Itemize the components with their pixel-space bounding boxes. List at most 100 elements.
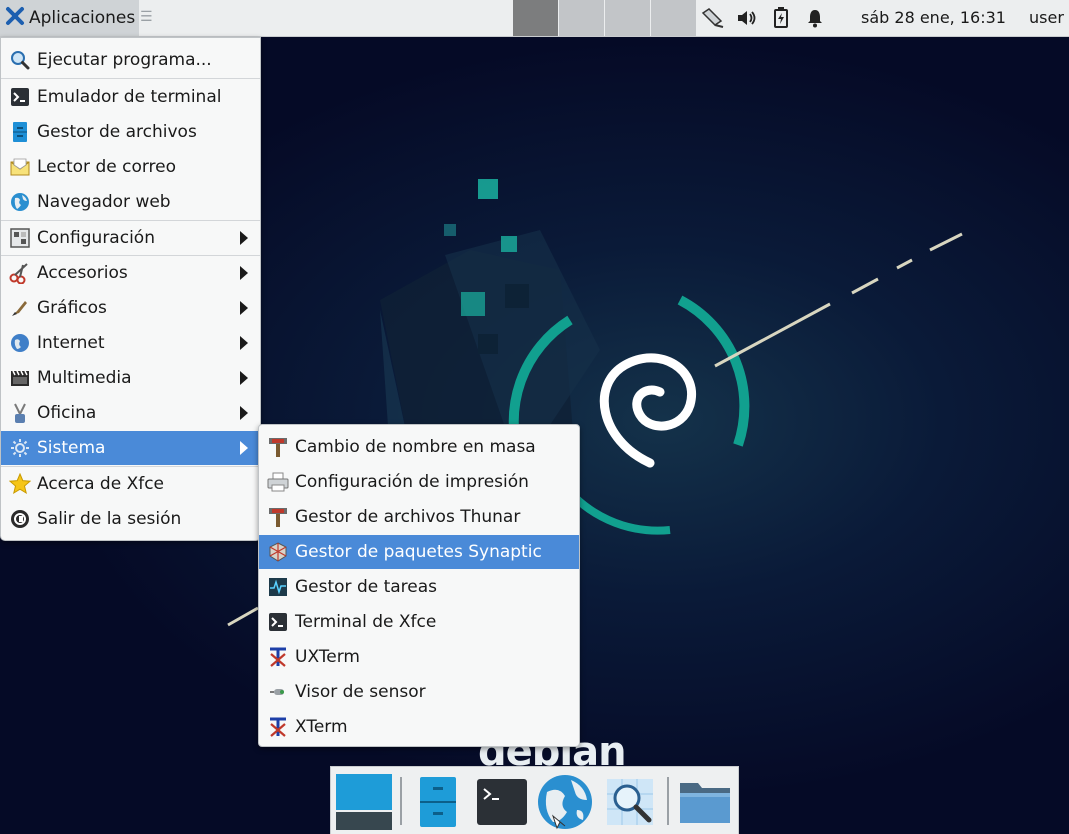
file-manager-icon[interactable]	[409, 773, 467, 831]
menu-item-mail-reader[interactable]: Lector de correo	[1, 150, 260, 184]
menu-item-settings[interactable]: Configuración	[1, 221, 260, 255]
menu-item-internet[interactable]: Internet	[1, 326, 260, 360]
menu-item-run-program[interactable]: Ejecutar programa...	[1, 43, 260, 77]
submenu-item-label: Gestor de paquetes Synaptic	[295, 542, 542, 562]
menu-item-terminal-emulator[interactable]: Emulador de terminal	[1, 80, 260, 114]
sensor-icon	[267, 681, 289, 703]
dock	[330, 766, 739, 834]
submenu-arrow-icon	[240, 406, 248, 420]
logout-icon	[9, 508, 31, 530]
search-icon	[9, 49, 31, 71]
synaptic-icon	[267, 541, 289, 563]
menu-item-graphics[interactable]: Gráficos	[1, 291, 260, 325]
workspace-1[interactable]	[513, 0, 558, 36]
submenu-item-task-manager[interactable]: Gestor de tareas	[259, 570, 579, 604]
menu-item-multimedia[interactable]: Multimedia	[1, 361, 260, 395]
submenu-arrow-icon	[240, 371, 248, 385]
menu-item-label: Oficina	[37, 403, 97, 423]
menu-item-label: Multimedia	[37, 368, 132, 388]
workspace-switcher	[512, 0, 696, 36]
submenu-item-xterm[interactable]: XTerm	[259, 710, 579, 744]
mail-icon	[9, 156, 31, 178]
menu-item-label: Gestor de archivos	[37, 122, 197, 142]
submenu-item-label: Gestor de archivos Thunar	[295, 507, 521, 527]
settings-icon	[9, 227, 31, 249]
menu-item-file-manager[interactable]: Gestor de archivos	[1, 115, 260, 149]
submenu-arrow-icon	[240, 231, 248, 245]
multimedia-icon	[9, 367, 31, 389]
terminal-icon	[267, 611, 289, 633]
graphics-icon	[9, 297, 31, 319]
panel-handle-icon[interactable]: ☰	[140, 9, 153, 25]
star-icon	[9, 473, 31, 495]
menu-separator	[1, 78, 260, 79]
thunar-icon	[267, 506, 289, 528]
menu-item-label: Emulador de terminal	[37, 87, 222, 107]
internet-icon	[9, 332, 31, 354]
menu-item-label: Configuración	[37, 228, 155, 248]
xterm-icon	[267, 716, 289, 738]
menu-item-label: Navegador web	[37, 192, 171, 212]
applications-label: Aplicaciones	[29, 8, 136, 28]
dock-separator	[400, 777, 402, 825]
submenu-item-uxterm[interactable]: UXTerm	[259, 640, 579, 674]
office-icon	[9, 402, 31, 424]
top-panel: Aplicaciones ☰ sáb 28 ene, 16:31 user	[0, 0, 1069, 37]
volume-icon[interactable]	[734, 5, 760, 31]
system-icon	[9, 437, 31, 459]
task-manager-icon	[267, 576, 289, 598]
submenu-arrow-icon	[240, 441, 248, 455]
applications-menu-button[interactable]: Aplicaciones	[0, 0, 139, 36]
system-submenu: Cambio de nombre en masa Configuración d…	[258, 424, 580, 747]
menu-item-label: Salir de la sesión	[37, 509, 182, 529]
submenu-item-label: Cambio de nombre en masa	[295, 437, 536, 457]
submenu-item-print-settings[interactable]: Configuración de impresión	[259, 465, 579, 499]
xterm-icon	[267, 646, 289, 668]
dock-separator	[667, 777, 669, 825]
battery-icon[interactable]	[768, 5, 794, 31]
clock[interactable]: sáb 28 ene, 16:31	[861, 8, 1006, 27]
web-browser-icon	[9, 191, 31, 213]
printer-icon	[267, 471, 289, 493]
folder-icon[interactable]	[676, 773, 734, 831]
menu-item-web-browser[interactable]: Navegador web	[1, 185, 260, 219]
menu-item-about-xfce[interactable]: Acerca de Xfce	[1, 467, 260, 501]
show-desktop-icon[interactable]	[335, 773, 393, 831]
web-browser-icon[interactable]	[536, 773, 594, 831]
xfce-logo-icon	[5, 6, 25, 31]
terminal-icon	[9, 86, 31, 108]
workspace-3[interactable]	[605, 0, 650, 36]
submenu-arrow-icon	[240, 266, 248, 280]
network-icon[interactable]	[700, 5, 726, 31]
menu-item-label: Ejecutar programa...	[37, 50, 212, 70]
terminal-icon[interactable]	[473, 773, 531, 831]
submenu-arrow-icon	[240, 301, 248, 315]
submenu-item-thunar[interactable]: Gestor de archivos Thunar	[259, 500, 579, 534]
menu-item-accessories[interactable]: Accesorios	[1, 256, 260, 290]
menu-item-label: Gráficos	[37, 298, 107, 318]
menu-item-system[interactable]: Sistema	[1, 431, 260, 465]
submenu-item-sensor-viewer[interactable]: Visor de sensor	[259, 675, 579, 709]
menu-item-office[interactable]: Oficina	[1, 396, 260, 430]
submenu-item-label: UXTerm	[295, 647, 360, 667]
workspace-4[interactable]	[651, 0, 696, 36]
menu-item-label: Accesorios	[37, 263, 128, 283]
applications-menu: Ejecutar programa... Emulador de termina…	[0, 37, 261, 541]
system-tray	[700, 0, 836, 36]
bulk-rename-icon	[267, 436, 289, 458]
submenu-item-label: Configuración de impresión	[295, 472, 529, 492]
menu-item-label: Lector de correo	[37, 157, 177, 177]
submenu-item-label: Terminal de Xfce	[295, 612, 437, 632]
workspace-2[interactable]	[559, 0, 604, 36]
submenu-item-xfce-terminal[interactable]: Terminal de Xfce	[259, 605, 579, 639]
user-menu[interactable]: user	[1029, 8, 1064, 27]
app-finder-icon[interactable]	[601, 773, 659, 831]
file-manager-icon	[9, 121, 31, 143]
submenu-arrow-icon	[240, 336, 248, 350]
notification-bell-icon[interactable]	[802, 5, 828, 31]
submenu-item-synaptic[interactable]: Gestor de paquetes Synaptic	[259, 535, 579, 569]
menu-item-logout[interactable]: Salir de la sesión	[1, 502, 260, 536]
menu-item-label: Sistema	[37, 438, 106, 458]
submenu-item-bulk-rename[interactable]: Cambio de nombre en masa	[259, 430, 579, 464]
submenu-item-label: XTerm	[295, 717, 348, 737]
